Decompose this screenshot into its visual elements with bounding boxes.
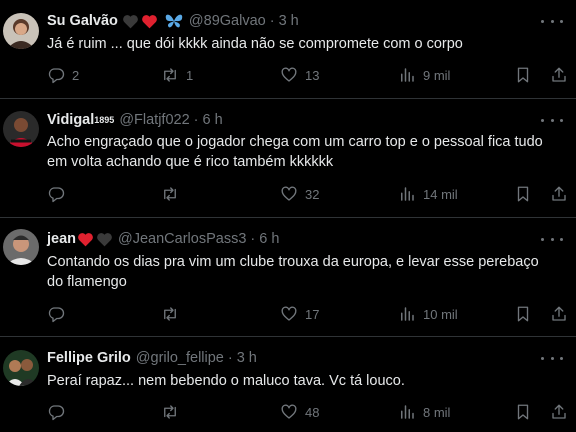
heart-icon [281,67,297,82]
red-heart-icon [78,232,93,246]
timestamp[interactable]: 3 h [279,13,299,29]
tweet[interactable]: Vidigal 1895 @Flatjf022 · 6 h Acho engraç… [0,99,576,218]
heart-icon [281,186,297,201]
retweet-count: 1 [186,67,194,83]
views-button[interactable]: 9 mil [398,66,450,84]
author-name[interactable]: Vidigal [47,112,94,128]
view-count: 8 mil [423,404,451,420]
share-button[interactable] [550,305,568,323]
more-options-icon[interactable] [541,12,563,30]
separator-dot: · [193,112,199,128]
reply-button[interactable] [47,403,72,421]
author-name[interactable]: Su Galvão [47,13,118,29]
reply-icon [48,68,65,84]
author-name[interactable]: Fellipe Grilo [47,350,131,366]
share-icon [552,67,566,82]
reply-icon [48,405,65,421]
retweet-icon [164,187,176,201]
bar-chart-icon [401,405,414,419]
reply-button[interactable] [47,305,72,323]
separator-dot: · [269,13,275,29]
name-superscript: 1895 [94,115,115,125]
timestamp[interactable]: 6 h [259,231,279,247]
black-heart-icon [123,14,138,28]
views-button[interactable]: 14 mil [398,185,458,203]
avatar[interactable] [3,350,39,386]
tweet-text: Peraí rapaz... nem bebendo o maluco tava… [47,373,405,389]
bookmark-button[interactable] [514,403,532,421]
reply-button[interactable]: 2 [47,66,79,84]
bookmark-button[interactable] [514,185,532,203]
like-count: 17 [305,306,320,322]
retweet-button[interactable]: 1 [161,66,193,84]
like-button[interactable]: 13 [280,66,319,84]
tweet[interactable]: jean @JeanCarlosPass3 · 6 h Contando os … [0,218,576,337]
like-count: 32 [305,186,320,202]
like-button[interactable]: 48 [280,403,319,421]
tweet-text: Contando os dias pra vim um clube trouxa… [47,254,539,290]
tweet[interactable]: Su Galvão @89Galvao · 3 h Já é ruim ... … [0,0,576,99]
reply-icon [48,307,65,323]
share-button[interactable] [550,66,568,84]
avatar[interactable] [3,111,39,147]
retweet-button[interactable] [161,185,186,203]
bar-chart-icon [401,187,414,201]
retweet-icon [164,307,176,321]
bookmark-icon [517,67,529,83]
bar-chart-icon [401,68,414,82]
share-button[interactable] [550,403,568,421]
black-heart-icon [97,232,112,246]
more-options-icon[interactable] [541,111,563,129]
avatar[interactable] [3,13,39,49]
reply-icon [48,187,65,203]
red-heart-icon [142,14,157,28]
tweet[interactable]: Fellipe Grilo @grilo_fellipe · 3 h Peraí… [0,337,576,432]
bookmark-icon [517,404,529,420]
retweet-icon [164,68,176,82]
retweet-icon [164,405,176,419]
separator-dot: · [250,231,256,247]
heart-icon [281,404,297,419]
bookmark-icon [517,186,529,202]
like-button[interactable]: 32 [280,185,319,203]
view-count: 9 mil [423,67,451,83]
views-button[interactable]: 8 mil [398,403,450,421]
views-button[interactable]: 10 mil [398,305,458,323]
share-icon [552,306,566,321]
reply-count: 2 [72,67,80,83]
avatar[interactable] [3,229,39,265]
butterfly-icon [165,14,183,28]
like-count: 13 [305,67,320,83]
author-handle[interactable]: @Flatjf022 [119,112,189,128]
timestamp[interactable]: 6 h [203,112,223,128]
like-button[interactable]: 17 [280,305,319,323]
share-icon [552,404,566,419]
heart-icon [281,306,297,321]
more-options-icon[interactable] [541,349,563,367]
share-button[interactable] [550,185,568,203]
bar-chart-icon [401,307,414,321]
more-options-icon[interactable] [541,230,563,248]
bookmark-button[interactable] [514,66,532,84]
tweet-text: Acho engraçado que o jogador chega com u… [47,134,543,170]
author-handle[interactable]: @grilo_fellipe [136,350,224,366]
separator-dot: · [227,350,233,366]
tweet-text: Já é ruim ... que dói kkkk ainda não se … [47,36,463,52]
share-icon [552,186,566,201]
view-count: 14 mil [423,186,458,202]
author-name[interactable]: jean [47,231,76,247]
author-handle[interactable]: @89Galvao [189,13,266,29]
bookmark-button[interactable] [514,305,532,323]
retweet-button[interactable] [161,403,186,421]
view-count: 10 mil [423,306,458,322]
author-handle[interactable]: @JeanCarlosPass3 [118,231,246,247]
reply-button[interactable] [47,185,72,203]
bookmark-icon [517,306,529,322]
timestamp[interactable]: 3 h [237,350,257,366]
retweet-button[interactable] [161,305,186,323]
like-count: 48 [305,404,320,420]
